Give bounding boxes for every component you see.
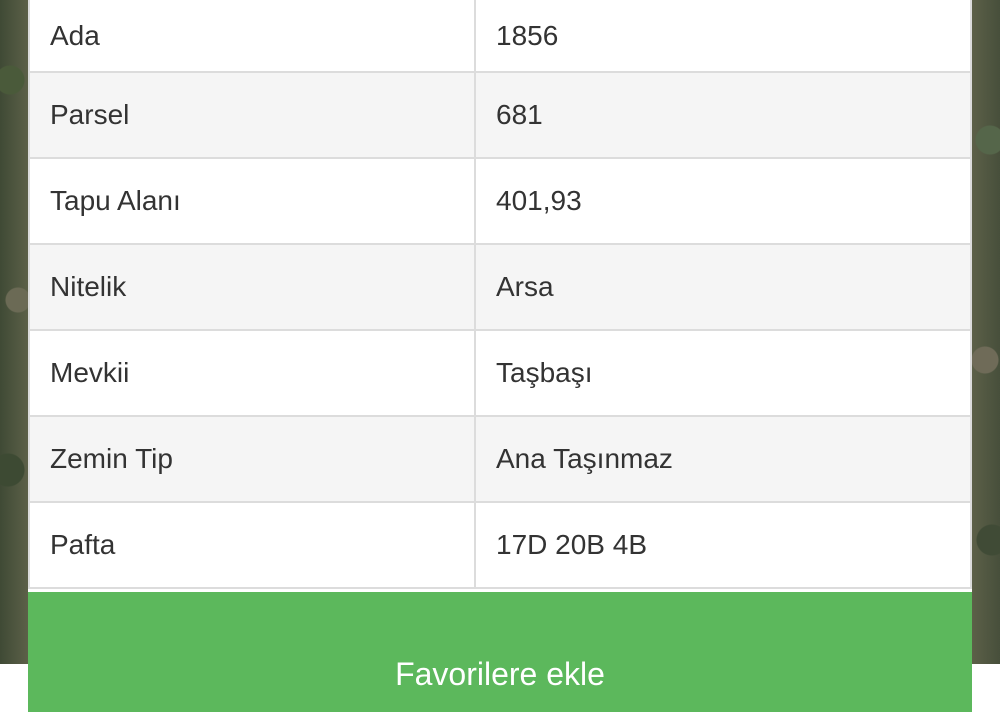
row-label: Pafta (28, 501, 476, 589)
row-value: Ana Taşınmaz (474, 415, 972, 503)
row-label: Zemin Tip (28, 415, 476, 503)
row-label: Tapu Alanı (28, 157, 476, 245)
row-value: 17D 20B 4B (474, 501, 972, 589)
row-value: Arsa (474, 243, 972, 331)
row-label: Nitelik (28, 243, 476, 331)
table-row: Pafta 17D 20B 4B (28, 501, 972, 589)
table-row: Nitelik Arsa (28, 243, 972, 331)
row-value: Taşbaşı (474, 329, 972, 417)
table-row: Tapu Alanı 401,93 (28, 157, 972, 245)
row-label: Mevkii (28, 329, 476, 417)
add-to-favorites-button[interactable]: Favorilere ekle (28, 592, 972, 712)
parcel-info-panel: Ada 1856 Parsel 681 Tapu Alanı 401,93 Ni… (28, 0, 972, 712)
row-value: 1856 (474, 0, 972, 73)
row-label: Parsel (28, 71, 476, 159)
parcel-info-table: Ada 1856 Parsel 681 Tapu Alanı 401,93 Ni… (28, 0, 972, 589)
table-row: Mevkii Taşbaşı (28, 329, 972, 417)
table-row: Ada 1856 (28, 0, 972, 73)
row-value: 401,93 (474, 157, 972, 245)
row-value: 681 (474, 71, 972, 159)
row-label: Ada (28, 0, 476, 73)
table-row: Zemin Tip Ana Taşınmaz (28, 415, 972, 503)
table-row: Parsel 681 (28, 71, 972, 159)
